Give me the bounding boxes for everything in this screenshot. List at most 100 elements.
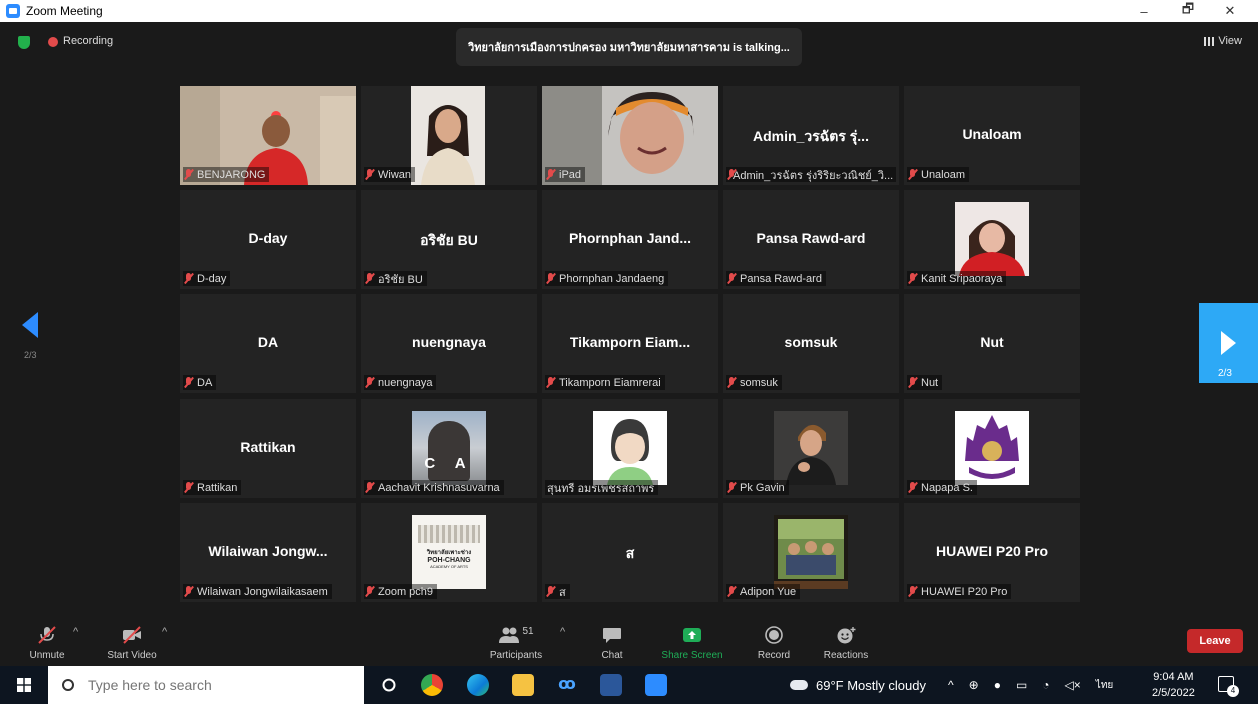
participant-tile[interactable]: Phornphan Jand... Phornphan Jandaeng [542, 190, 718, 289]
share-screen-button[interactable]: Share Screen [658, 616, 726, 666]
notifications-icon[interactable]: 4 [1218, 676, 1239, 697]
share-screen-icon [683, 628, 701, 642]
restore-button[interactable]: 🗗 [1170, 0, 1206, 22]
start-video-label: Start Video [107, 650, 157, 661]
participant-tile[interactable]: BENJARONG [180, 86, 356, 185]
active-speaker-banner: วิทยาลัยการเมืองการปกครอง มหาวิทยาลัยมหา… [456, 28, 802, 66]
chrome-taskbar-icon[interactable] [421, 674, 443, 696]
participant-display-name: Admin_วรฉัตร รุ่... [753, 128, 869, 144]
reactions-button[interactable]: Reactions [818, 616, 874, 666]
participants-button[interactable]: 51 Participants [486, 616, 546, 666]
clock-time: 9:04 AM [1153, 671, 1194, 683]
tray-overflow-icon[interactable]: ^ [948, 678, 954, 692]
participant-tile[interactable]: Pansa Rawd-ard Pansa Rawd-ard [723, 190, 899, 289]
input-language[interactable]: ไทย [1096, 678, 1113, 693]
participant-tile[interactable]: Napapa S. [904, 399, 1080, 498]
next-page-button[interactable]: 2/3 [1199, 303, 1258, 383]
file-explorer-taskbar-icon[interactable] [512, 674, 534, 696]
previous-page-button[interactable]: 2/3 [14, 304, 50, 384]
muted-mic-icon [728, 273, 735, 284]
speaker-muted-icon[interactable]: ◁× [1065, 678, 1081, 692]
record-icon [765, 626, 783, 644]
muted-mic-icon [547, 586, 554, 597]
chat-bubble-icon [603, 628, 621, 643]
recording-label[interactable]: Recording [63, 35, 113, 47]
cortana-icon[interactable] [382, 678, 396, 692]
participant-name-label: BENJARONG [183, 167, 270, 182]
muted-mic-icon [185, 482, 192, 493]
audio-options-caret-icon[interactable]: ^ [73, 626, 78, 638]
edge-taskbar-icon[interactable] [467, 674, 489, 696]
reactions-smiley-icon [837, 627, 856, 644]
notification-count: 4 [1227, 685, 1239, 697]
muted-microphone-icon [38, 626, 56, 644]
participant-display-name: Rattikan [240, 439, 296, 455]
video-options-caret-icon[interactable]: ^ [162, 626, 167, 638]
muted-mic-icon [547, 169, 554, 180]
participant-tile[interactable]: HUAWEI P20 Pro HUAWEI P20 Pro [904, 503, 1080, 602]
battery-icon[interactable]: ▭ [1016, 678, 1027, 692]
participant-name-label: nuengnaya [364, 375, 437, 390]
participant-display-name: HUAWEI P20 Pro [935, 543, 1049, 559]
word-taskbar-icon[interactable] [600, 674, 622, 696]
participant-name-label: Kanit Sripaoraya [907, 271, 1007, 286]
participant-tile[interactable]: Unaloam Unaloam [904, 86, 1080, 185]
participant-tile[interactable]: somsuk somsuk [723, 294, 899, 393]
participant-tile[interactable]: iPad [542, 86, 718, 185]
pen-icon[interactable]: ⊕ [969, 678, 979, 692]
windows-start-icon[interactable] [17, 678, 31, 692]
muted-mic-icon [728, 482, 735, 493]
participant-display-name: somsuk [784, 334, 838, 350]
muted-mic-icon [366, 273, 373, 284]
wifi-icon[interactable]: ◔ [1042, 678, 1049, 692]
participants-options-caret-icon[interactable]: ^ [560, 626, 565, 638]
muted-mic-icon [547, 377, 554, 388]
muted-mic-icon [909, 482, 916, 493]
profile-photo-adipon [774, 515, 848, 589]
taskbar-clock[interactable]: 9:04 AM 2/5/2022 [1152, 669, 1195, 701]
start-video-button[interactable]: Start Video [100, 616, 164, 666]
microphone-icon[interactable]: ● [994, 678, 1001, 692]
participant-tile[interactable]: วิทยาลัยเพาะช่าง POH-CHANG ACADEMY OF AR… [361, 503, 537, 602]
participant-tile[interactable]: Tikamporn Eiam... Tikamporn Eiamrerai [542, 294, 718, 393]
participant-tile[interactable]: nuengnaya nuengnaya [361, 294, 537, 393]
poh-chang-thai-text: วิทยาลัยเพาะช่าง [426, 550, 472, 556]
participant-tile[interactable]: C A Aachavit Krishnasuvarna [361, 399, 537, 498]
participant-tile[interactable]: Pk Gavin [723, 399, 899, 498]
arrow-left-icon [22, 312, 38, 338]
participant-tile[interactable]: Kanit Sripaoraya [904, 190, 1080, 289]
leave-button[interactable]: Leave [1187, 629, 1243, 653]
participant-name-label: Zoom pch9 [364, 584, 438, 599]
participant-name-label: Wilaiwan Jongwilaikasaem [183, 584, 332, 599]
participant-tile[interactable]: Wiwan [361, 86, 537, 185]
participant-tile[interactable]: Nut Nut [904, 294, 1080, 393]
teams-taskbar-icon[interactable]: ꝏ [556, 674, 578, 696]
zoom-taskbar-icon[interactable] [645, 674, 667, 696]
participant-tile[interactable]: Admin_วรฉัตร รุ่... Admin_วรฉัตร รุ่งริร… [723, 86, 899, 185]
encryption-shield-icon[interactable] [18, 36, 30, 49]
close-button[interactable]: ✕ [1212, 0, 1248, 22]
search-input[interactable] [88, 677, 338, 693]
participant-tile[interactable]: Adipon Yue [723, 503, 899, 602]
participant-tile[interactable]: Wilaiwan Jongw... Wilaiwan Jongwilaikasa… [180, 503, 356, 602]
participant-tile[interactable]: DA DA [180, 294, 356, 393]
minimize-button[interactable]: – [1126, 0, 1162, 22]
chat-button[interactable]: Chat [592, 616, 632, 666]
participant-tile[interactable]: Rattikan Rattikan [180, 399, 356, 498]
participant-tile[interactable]: ส ส [542, 503, 718, 602]
poh-chang-subtitle: ACADEMY OF ARTS [430, 564, 468, 569]
view-button[interactable]: View [1204, 35, 1242, 47]
participant-name-label: Nut [907, 375, 943, 390]
video-feed-wiwan [411, 86, 485, 185]
participant-tile[interactable]: อริชัย BU อริชัย BU [361, 190, 537, 289]
participant-tile[interactable]: สุนทรี อมรเพชรสถาพร [542, 399, 718, 498]
record-button[interactable]: Record [752, 616, 796, 666]
weather-widget[interactable]: 69°F Mostly cloudy [790, 666, 926, 704]
taskbar-search-box[interactable] [48, 666, 364, 704]
participant-name-label: Unaloam [907, 167, 970, 182]
participant-display-name: Nut [980, 334, 1004, 350]
participant-tile[interactable]: D-day D-day [180, 190, 356, 289]
muted-mic-icon [909, 377, 916, 388]
arrow-right-icon [1221, 331, 1236, 355]
unmute-button[interactable]: Unmute [26, 616, 68, 666]
